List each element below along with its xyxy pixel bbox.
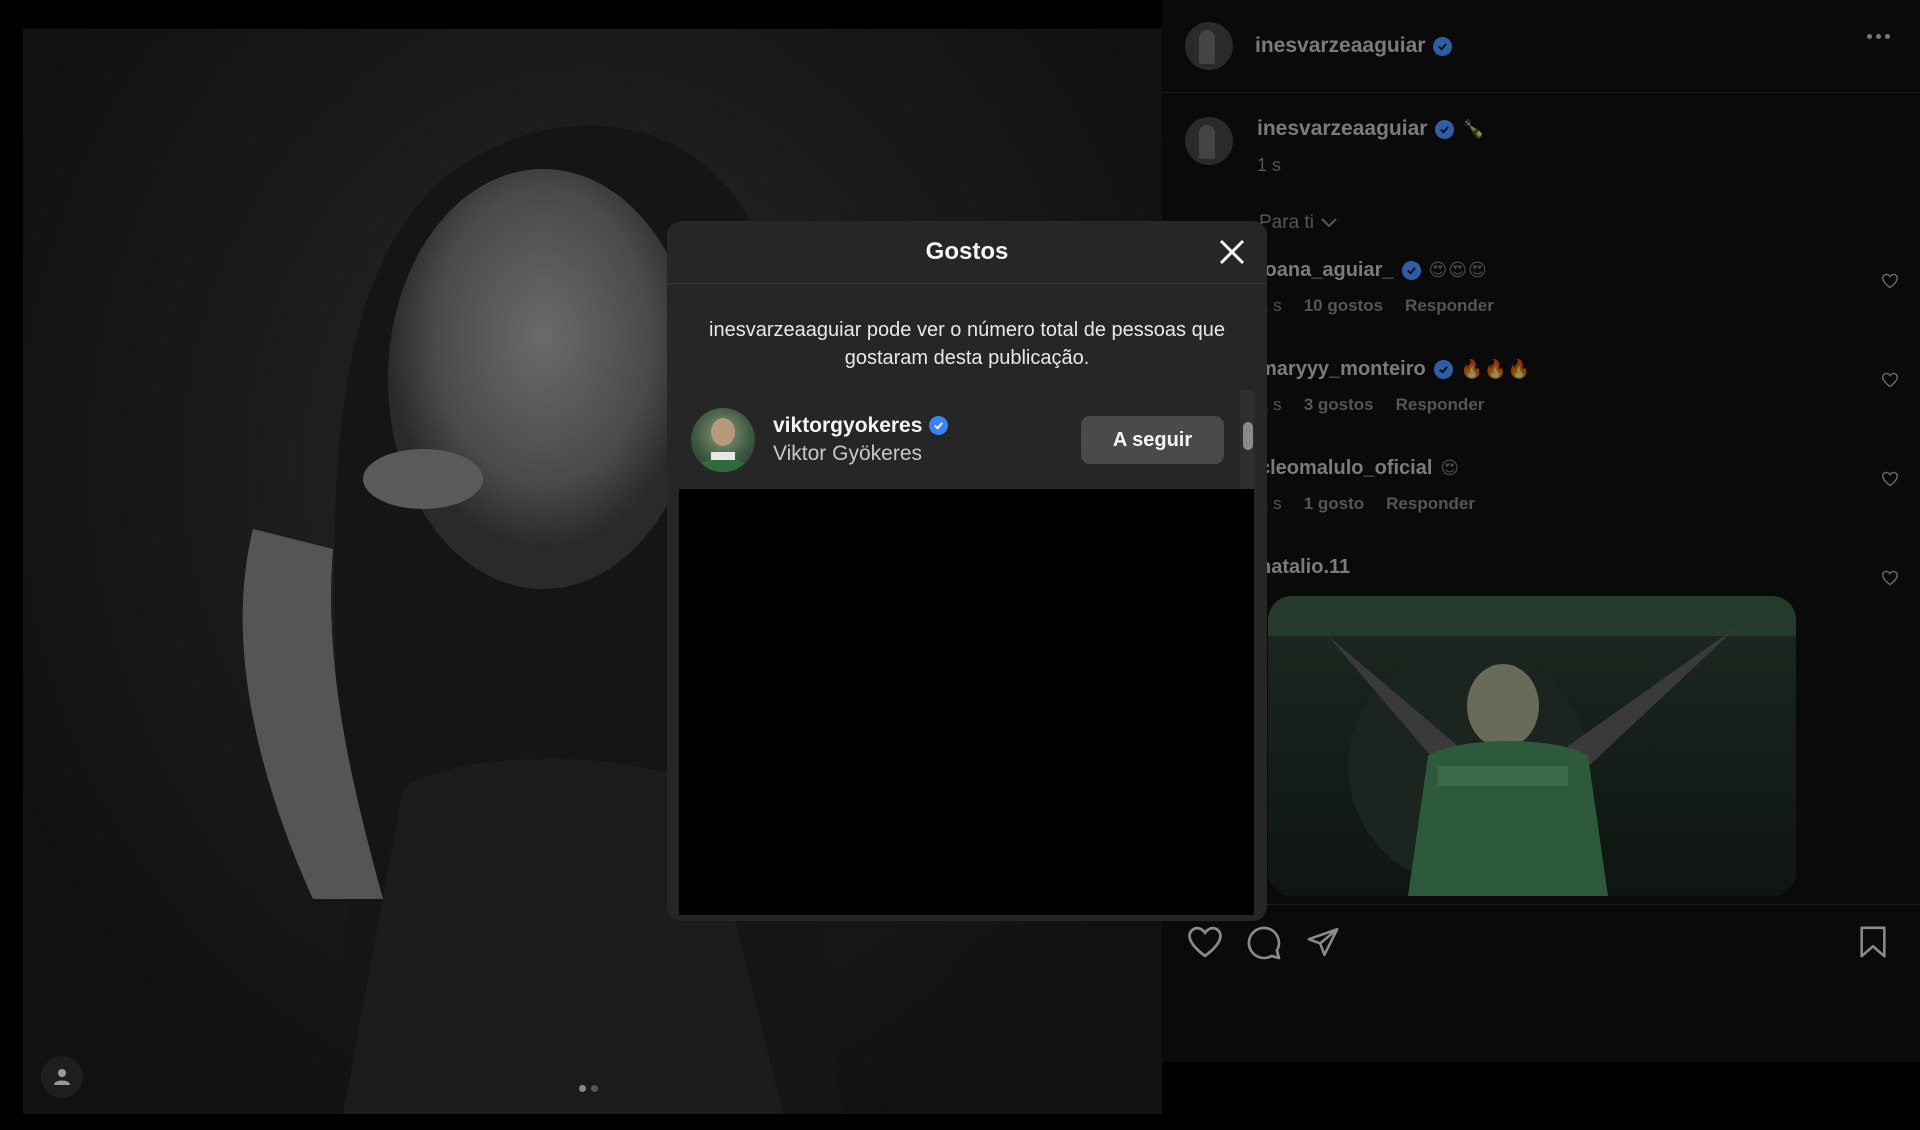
likers-list[interactable]: viktorgyokeres Viktor Gyökeres A seguir: [679, 390, 1254, 915]
close-icon[interactable]: [1217, 237, 1247, 267]
player-celebration-image: [1268, 596, 1796, 896]
comment-item: cleomalulo_oficial 😍 1 s 1 gosto Respond…: [1259, 457, 1899, 514]
scrollbar[interactable]: [1240, 390, 1254, 489]
modal-title: Gostos: [925, 238, 1009, 265]
more-icon[interactable]: [1867, 34, 1890, 39]
post-side-panel: inesvarzeaaguiar inesvarzeaaguiar 🍾 1 s …: [1162, 0, 1920, 1062]
verified-badge-icon: [1433, 360, 1453, 379]
comment-username[interactable]: maryyy_monteiro: [1259, 358, 1426, 381]
likes-modal: Gostos inesvarzeaaguiar pode ver o númer…: [667, 221, 1267, 921]
comment-text: 😍: [1440, 458, 1461, 478]
comment-item: natalio.11: [1259, 556, 1899, 586]
caption-username[interactable]: inesvarzeaaguiar: [1257, 117, 1427, 141]
heart-icon[interactable]: [1881, 570, 1899, 586]
post-action-bar: [1162, 904, 1920, 976]
comment-gif[interactable]: [1268, 596, 1796, 896]
carousel-dot: [591, 1085, 598, 1092]
comment-item: maryyy_monteiro 🔥🔥🔥 1 s 3 gostos Respond…: [1259, 358, 1899, 415]
list-item[interactable]: viktorgyokeres Viktor Gyökeres A seguir: [679, 390, 1254, 489]
heart-icon[interactable]: [1881, 471, 1899, 487]
comment-username[interactable]: natalio.11: [1259, 556, 1350, 579]
comment-likes[interactable]: 1 gosto: [1304, 494, 1364, 514]
verified-badge-icon: [1433, 36, 1453, 56]
comment-text: 😍😍😍: [1428, 260, 1488, 280]
avatar[interactable]: [1185, 22, 1233, 70]
liker-full-name: Viktor Gyökeres: [773, 441, 922, 465]
comment-likes[interactable]: 3 gostos: [1304, 395, 1374, 415]
header-username[interactable]: inesvarzeaaguiar: [1255, 34, 1425, 58]
reply-button[interactable]: Responder: [1396, 395, 1485, 415]
comment-sort-dropdown[interactable]: Para ti: [1259, 212, 1338, 234]
following-button[interactable]: A seguir: [1081, 416, 1224, 464]
comment-icon[interactable]: [1246, 925, 1282, 961]
comment-likes[interactable]: 10 gostos: [1304, 296, 1383, 316]
verified-badge-icon: [929, 416, 949, 435]
modal-header: Gostos: [667, 221, 1267, 284]
bookmark-icon[interactable]: [1858, 925, 1888, 959]
user-tag-button[interactable]: [41, 1056, 83, 1098]
reply-button[interactable]: Responder: [1386, 494, 1475, 514]
heart-icon[interactable]: [1186, 925, 1224, 959]
post-header: inesvarzeaaguiar: [1162, 0, 1920, 93]
caption-emoji: 🍾: [1462, 118, 1485, 139]
liker-username[interactable]: viktorgyokeres: [773, 414, 922, 438]
verified-badge-icon: [1435, 119, 1455, 139]
verified-badge-icon: [1401, 261, 1421, 280]
comment-username[interactable]: joana_aguiar_: [1259, 259, 1394, 282]
chevron-down-icon: [1321, 218, 1337, 228]
comment-text: 🔥🔥🔥: [1460, 359, 1531, 379]
carousel-dot: [579, 1085, 586, 1092]
sort-label: Para ti: [1259, 212, 1314, 233]
post-caption: inesvarzeaaguiar 🍾 1 s: [1185, 117, 1485, 176]
avatar[interactable]: [691, 407, 755, 472]
user-tag-icon: [54, 1069, 70, 1085]
reply-button[interactable]: Responder: [1405, 296, 1494, 316]
caption-time: 1 s: [1257, 155, 1282, 175]
list-loading-area: [679, 489, 1254, 915]
share-icon[interactable]: [1306, 925, 1340, 959]
comment-item: joana_aguiar_ 😍😍😍 1 s 10 gostos Responde…: [1259, 259, 1899, 316]
heart-icon[interactable]: [1881, 372, 1899, 388]
carousel-indicator: [579, 1085, 598, 1092]
avatar[interactable]: [1185, 117, 1233, 165]
comment-username[interactable]: cleomalulo_oficial: [1259, 457, 1432, 480]
heart-icon[interactable]: [1881, 273, 1899, 289]
